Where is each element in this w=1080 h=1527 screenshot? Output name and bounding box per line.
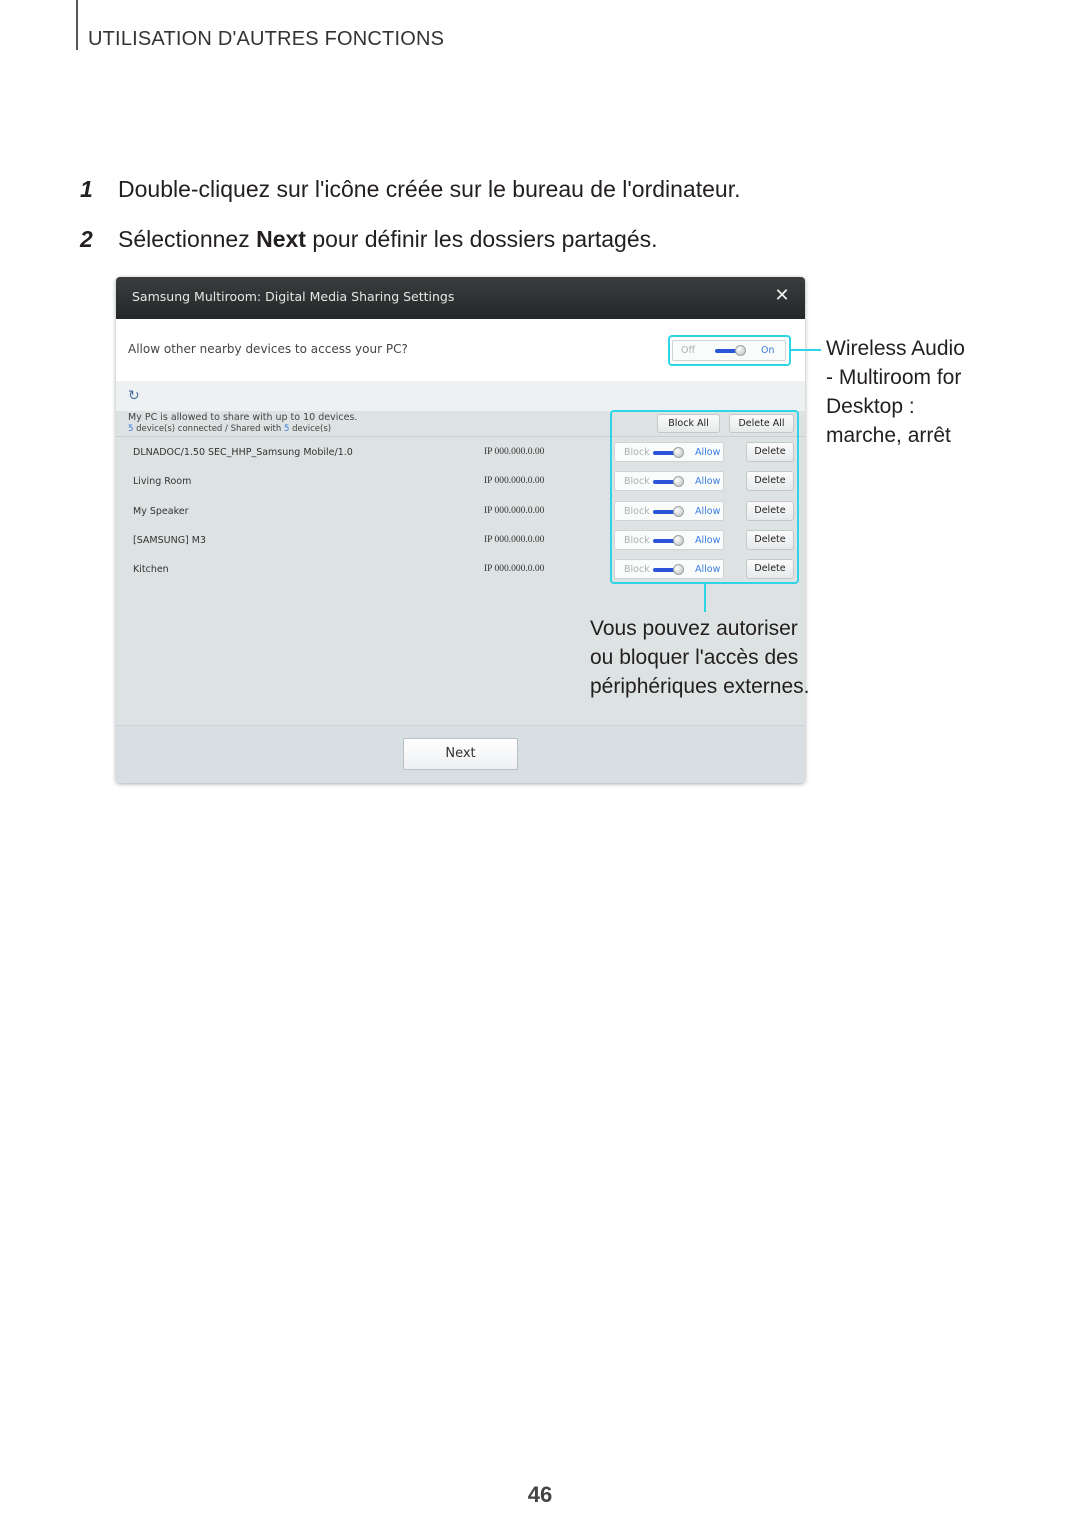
device-count-text: 5 device(s) connected / Shared with 5 de… [128,424,331,434]
callout-line: - Multiroom for [826,366,962,389]
section-title: UTILISATION D'AUTRES FONCTIONS [88,28,445,50]
device-limit-text: My PC is allowed to share with up to 10 … [128,412,358,423]
access-prompt: Allow other nearby devices to access you… [128,342,408,356]
step-number: 1 [80,176,93,202]
callout-line-bottom [704,584,706,612]
callout-line: Desktop : [826,395,915,418]
device-name: DLNADOC/1.50 SEC_HHP_Samsung Mobile/1.0 [133,447,353,458]
section-rule [76,0,78,50]
step-text-before: Sélectionnez [118,226,257,252]
dialog-footer: Next [116,725,805,783]
callout-line: Vous pouvez autoriser [590,617,798,640]
device-name: Living Room [133,476,192,488]
device-name: My Speaker [133,505,189,517]
device-name: Kitchen [133,564,169,576]
callout-line: ou bloquer l'accès des [590,646,799,669]
device-ip: IP 000.000.0.00 [484,476,545,487]
step-text-after: pour définir les dossiers partagés. [305,226,658,252]
device-ip: IP 000.000.0.00 [484,505,545,516]
callout-line-right [791,349,821,351]
device-ip: IP 000.000.0.00 [484,534,545,545]
page-number: 46 [527,1482,553,1507]
step-bold-next: Next [256,226,306,252]
connected-text: device(s) connected / Shared with [133,424,284,434]
device-controls-highlight [610,410,799,584]
dialog-titlebar: Samsung Multiroom: Digital Media Sharing… [116,277,805,319]
close-icon[interactable]: ✕ [773,287,791,305]
dialog-title: Samsung Multiroom: Digital Media Sharing… [132,289,455,304]
refresh-icon[interactable]: ↻ [128,388,140,404]
device-ip: IP 000.000.0.00 [484,447,545,457]
step-2: 2 Sélectionnez Next pour définir les doss… [80,226,658,253]
step-1: 1 Double-cliquez sur l'icône créée sur le… [80,176,740,203]
callout-line: Wireless Audio [826,337,965,360]
toggle-highlight [668,335,791,366]
callout-allow-block: Vous pouvez autoriser ou bloquer l'accès… [590,614,810,701]
step-number: 2 [80,226,93,252]
callout-wireless-audio: Wireless Audio - Multiroom for Desktop :… [826,334,986,450]
device-name: [SAMSUNG] M3 [133,534,207,546]
step-text: Double-cliquez sur l'icône créée sur le … [118,176,741,202]
next-button[interactable]: Next [403,738,518,770]
callout-line: périphériques externes. [590,675,810,698]
device-ip: IP 000.000.0.00 [484,564,545,575]
shared-text: device(s) [289,424,332,434]
toolbar-row: ↻ [116,381,805,411]
callout-line: marche, arrêt [826,424,951,447]
